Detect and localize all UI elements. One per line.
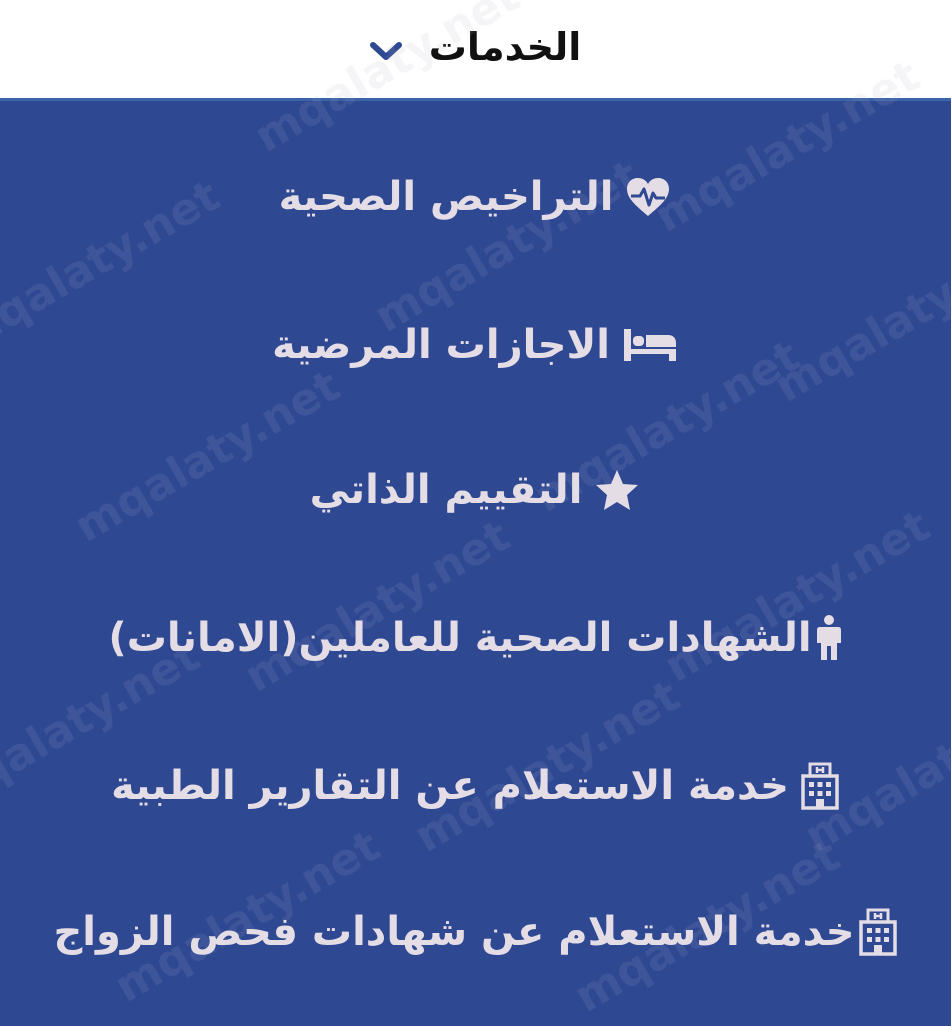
person-icon — [817, 615, 842, 660]
menu-item-label: خدمة الاستعلام عن التقارير الطبية — [112, 763, 790, 809]
menu-item-label: الاجازات المرضية — [273, 322, 611, 368]
chevron-down-icon — [370, 42, 403, 60]
hospital-icon — [859, 908, 898, 956]
heartbeat-icon — [628, 178, 671, 216]
menu-item-label: التقييم الذاتي — [310, 467, 584, 513]
star-icon — [597, 470, 640, 510]
menu-item-self-assessment[interactable]: التقييم الذاتي — [0, 435, 952, 545]
menu-item-label: خدمة الاستعلام عن شهادات فحص الزواج — [54, 909, 856, 955]
services-menu: mqalaty.net mqalaty.net mqalaty.net mqal… — [0, 0, 952, 1026]
menu-item-label: الشهادات الصحية للعاملين(الامانات) — [109, 615, 813, 661]
menu-item-label: التراخيص الصحية — [279, 174, 615, 220]
menu-item-worker-health-certificates[interactable]: الشهادات الصحية للعاملين(الامانات) — [0, 583, 952, 693]
hospital-icon — [802, 762, 840, 810]
menu-item-medical-reports-inquiry[interactable]: خدمة الاستعلام عن التقارير الطبية — [0, 731, 952, 841]
menu-item-sick-leaves[interactable]: الاجازات المرضية — [0, 290, 952, 400]
bed-icon — [624, 329, 677, 361]
services-dropdown-toggle[interactable]: الخدمات — [0, 0, 952, 101]
menu-item-marriage-exam-inquiry[interactable]: خدمة الاستعلام عن شهادات فحص الزواج — [0, 877, 952, 987]
menu-item-health-licenses[interactable]: التراخيص الصحية — [0, 142, 952, 252]
services-title: الخدمات — [429, 25, 583, 69]
